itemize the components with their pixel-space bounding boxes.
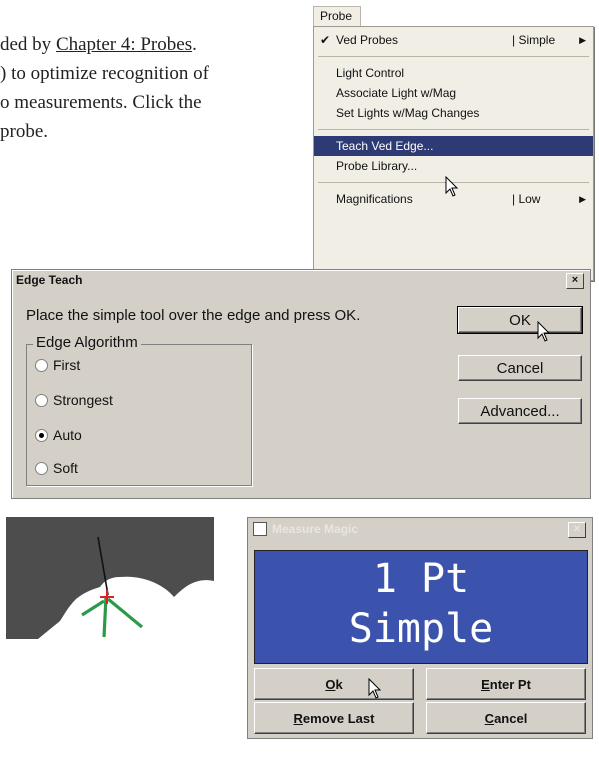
menu-separator [318,56,589,57]
ok-button[interactable]: Ok [254,668,414,700]
menu-item-associate-light[interactable]: Associate Light w/Mag [314,83,593,103]
radio-icon [35,393,48,407]
mouse-cursor-icon [445,176,459,197]
measure-display: 1 Pt Simple [254,550,588,664]
document-text: ded by Chapter 4: Probes. ) to optimize … [0,30,300,146]
menu-title-probe[interactable]: Probe [313,6,362,26]
radio-icon [35,358,48,372]
check-icon: ✔ [320,33,331,47]
edge-probe-image [6,517,214,673]
dialog-title-bar: Edge Teach × [12,270,590,290]
menu-item-light-control[interactable]: Light Control [314,63,593,83]
close-icon[interactable]: × [566,273,584,289]
cancel-button[interactable]: Cancel [458,355,582,381]
radio-selected-icon [35,428,48,442]
instruction-label: Place the simple tool over the edge and … [26,307,361,324]
menu-separator [318,129,589,130]
display-line-2: Simple [348,606,494,652]
radio-auto[interactable]: Auto [35,427,82,443]
submenu-arrow-icon: ▶ [579,35,586,45]
measure-magic-dialog: Measure Magic × 1 Pt Simple Ok Enter Pt … [247,517,593,739]
dialog-title: Edge Teach [16,273,83,287]
doc-line-2: ) to optimize recognition of [0,63,209,84]
close-icon[interactable]: × [568,522,586,538]
menu-item-probe-library[interactable]: Probe Library... [314,156,593,176]
radio-soft[interactable]: Soft [35,460,78,476]
ok-button[interactable]: OK [457,306,583,334]
probe-menu-panel: ✔ Ved Probes | Simple ▶ Light Control As… [313,26,594,281]
advanced-button[interactable]: Advanced... [458,398,582,424]
radio-strongest[interactable]: Strongest [35,392,113,408]
measure-magic-title: Measure Magic [272,522,359,536]
app-icon [253,522,267,536]
submenu-arrow-icon: ▶ [579,194,586,204]
edge-algorithm-group: Edge Algorithm First Strongest Auto Soft [26,334,252,486]
menu-item-set-lights[interactable]: Set Lights w/Mag Changes [314,103,593,123]
enter-pt-button[interactable]: Enter Pt [426,668,586,700]
mouse-cursor-icon [537,321,551,342]
menu-item-teach-ved-edge[interactable]: Teach Ved Edge... [314,136,593,156]
radio-icon [35,461,48,475]
radio-first[interactable]: First [35,357,80,373]
remove-last-button[interactable]: Remove Last [254,702,414,734]
doc-line-3: o measurements. Click the [0,92,202,113]
measure-magic-title-bar: Measure Magic × [248,518,592,540]
display-line-1: 1 Pt [372,556,470,602]
edge-teach-dialog: Edge Teach × Place the simple tool over … [11,269,591,499]
doc-line-1: ded by Chapter 4: Probes. [0,34,197,55]
probe-menu: Probe ✔ Ved Probes | Simple ▶ Light Cont… [313,6,594,281]
doc-line-4: probe. [0,121,49,142]
group-label: Edge Algorithm [33,334,141,351]
menu-item-ved-probes[interactable]: ✔ Ved Probes | Simple ▶ [314,30,593,50]
cancel-button[interactable]: Cancel [426,702,586,734]
mouse-cursor-icon [368,678,382,699]
chapter-link[interactable]: Chapter 4: Probes [56,34,192,55]
